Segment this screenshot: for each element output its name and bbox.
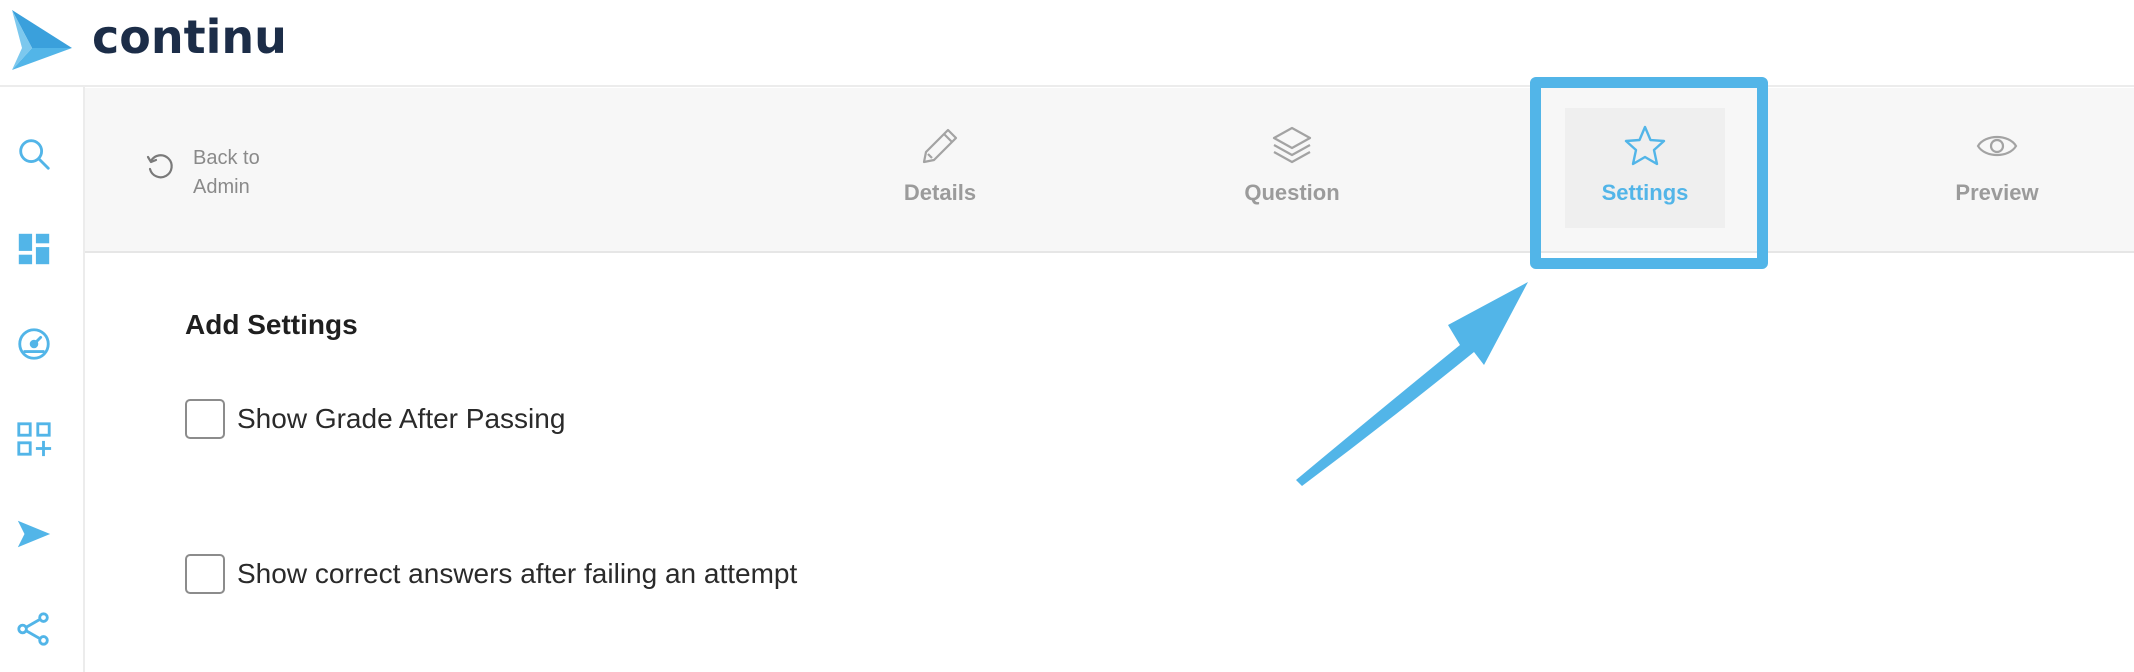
sidebar-item-share[interactable]: [14, 609, 54, 649]
sidebar-item-send[interactable]: [14, 514, 54, 554]
settings-panel: Add Settings Show Grade After Passing Sh…: [85, 254, 2134, 672]
tab-details[interactable]: Details: [860, 108, 1020, 228]
sidebar-item-add-widget[interactable]: [14, 419, 54, 459]
brand-name: continu: [92, 10, 287, 64]
page-title: Add Settings: [185, 309, 358, 340]
tab-details-label: Details: [903, 180, 977, 205]
tab-preview[interactable]: Preview: [1917, 108, 2077, 228]
tab-question-label: Question: [1244, 180, 1340, 205]
layers-icon: [1272, 126, 1312, 164]
sidebar-item-dashboard[interactable]: [14, 229, 54, 269]
sidebar-item-search[interactable]: [14, 134, 54, 174]
add-widget-icon: [17, 422, 52, 457]
show-correct-answers-checkbox[interactable]: [185, 554, 225, 594]
tab-preview-label: Preview: [1955, 180, 2039, 205]
pencil-icon: [922, 128, 958, 164]
logo-arrow-icon: [12, 10, 72, 70]
sidebar-item-gauge[interactable]: [14, 324, 54, 364]
back-to-admin-link[interactable]: Back to Admin: [145, 144, 283, 202]
option-show-grade-after-passing[interactable]: Show Grade After Passing: [185, 399, 565, 439]
option-show-correct-answers[interactable]: Show correct answers after failing an at…: [185, 554, 797, 594]
tab-settings-label: Settings: [1601, 180, 1689, 205]
brand-logo[interactable]: continu: [10, 8, 287, 72]
share-icon: [17, 612, 49, 646]
search-icon: [19, 139, 50, 170]
undo-icon: [146, 154, 173, 179]
back-to-admin-label: Back to Admin: [193, 147, 260, 198]
top-header: continu: [0, 0, 2134, 87]
tab-settings[interactable]: Settings: [1565, 108, 1725, 228]
tab-bar: Back to Admin Details Question Settings: [85, 88, 2134, 253]
star-icon: [1624, 125, 1666, 166]
show-correct-answers-label: Show correct answers after failing an at…: [237, 558, 798, 589]
send-icon: [17, 520, 51, 548]
dashboard-icon: [18, 233, 50, 265]
show-grade-checkbox[interactable]: [185, 399, 225, 439]
left-sidebar: [0, 87, 85, 672]
tab-question[interactable]: Question: [1212, 108, 1372, 228]
show-grade-label: Show Grade After Passing: [237, 403, 566, 434]
app-window: continu Back to Admin Details Question S…: [0, 0, 2134, 672]
eye-icon: [1976, 135, 2018, 157]
gauge-icon: [18, 328, 50, 360]
